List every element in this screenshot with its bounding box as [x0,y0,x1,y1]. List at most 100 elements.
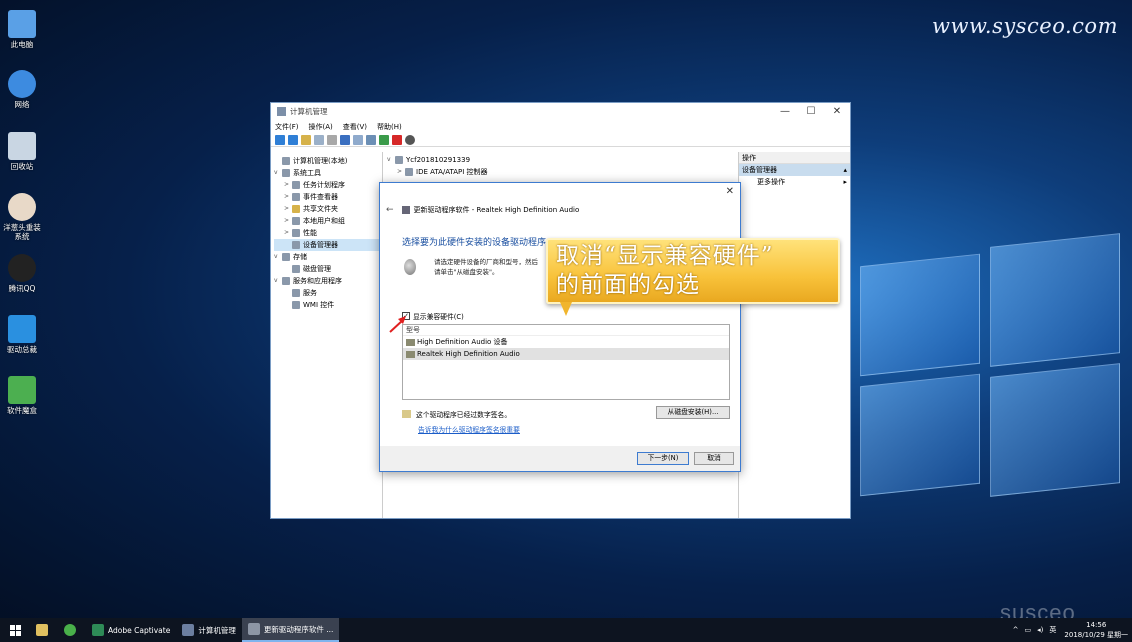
recycle-bin-icon [8,132,36,160]
computer-icon [395,156,403,164]
view-icon[interactable] [353,134,363,145]
show-compatible-hardware-row[interactable]: ✓ 显示兼容硬件(C) [402,311,464,321]
driver-update-icon [247,623,260,635]
input-language[interactable]: 英 [1049,625,1056,635]
desktop-icon-driver-president[interactable]: 驱动总裁 [0,315,44,354]
audio-device-icon [406,350,415,358]
clock-date: 2018/10/29 星期一 [1064,631,1128,639]
toolbar [271,133,850,147]
help-icon[interactable] [340,134,350,145]
maximize-button[interactable]: ☐ [798,106,824,117]
uninstall-x-icon[interactable] [392,134,402,145]
callout-line-1: 取消“显示兼容硬件” [556,243,774,269]
properties-icon[interactable] [327,134,337,145]
users-icon [292,217,300,225]
wmi-icon [292,301,300,309]
model-list-item[interactable]: High Definition Audio 设备 [403,336,729,348]
chevron-up-icon[interactable]: ^ [1013,626,1019,634]
audio-device-icon [406,338,415,346]
network-icon[interactable]: ▭ [1025,626,1032,634]
desktop-icon-software-box[interactable]: 软件魔盒 [0,376,44,415]
tree-item-services-apps[interactable]: v 服务和应用程序 [274,275,382,287]
model-list[interactable]: 型号 High Definition Audio 设备 Realtek High… [402,324,730,400]
tree-item-device-manager[interactable]: 设备管理器 [274,239,382,251]
tree-item-shared-folders[interactable]: > 共享文件夹 [274,203,382,215]
menu-view[interactable]: 查看(V) [343,122,367,132]
desktop-icon-network[interactable]: 网络 [0,70,44,109]
tree-item-performance[interactable]: > 性能 [274,227,382,239]
tutorial-callout: 取消“显示兼容硬件” 的前面的勾选 [546,238,840,304]
clock[interactable]: 14:56 2018/10/29 星期一 [1064,620,1128,640]
dialog-close-button[interactable]: ✕ [726,186,734,197]
device-root[interactable]: v Ycf201810291339 [387,154,738,166]
actions-section-device-manager[interactable]: 设备管理器 ▴ [739,164,850,176]
close-button[interactable]: ✕ [824,106,850,117]
qq-penguin-icon [8,254,36,282]
driver-signing-link[interactable]: 告诉我为什么驱动程序签名很重要 [418,424,520,434]
desktop-icon-onion-reinstall[interactable]: 洋葱头重装系统 [0,193,44,241]
actions-more[interactable]: 更多操作 ▸ [739,176,850,188]
back-arrow-icon[interactable] [275,134,285,145]
window-titlebar[interactable]: 计算机管理 — ☐ ✕ [271,103,850,120]
menu-help[interactable]: 帮助(H) [377,122,402,132]
performance-icon [292,229,300,237]
onion-head-icon [8,193,36,221]
menu-action[interactable]: 操作(A) [309,122,333,132]
taskbar-app-browser[interactable] [58,618,86,642]
services-apps-icon [282,277,290,285]
taskbar-app-computer-management[interactable]: 计算机管理 [176,618,242,642]
collapse-arrow-icon: ▴ [843,166,847,174]
taskbar-app-adobe-captivate[interactable]: Adobe Captivate [86,618,176,642]
minimize-button[interactable]: — [772,106,798,117]
software-box-icon [8,376,36,404]
model-list-item[interactable]: Realtek High Definition Audio [403,348,729,360]
update-driver-icon[interactable] [379,134,389,145]
tree-item-system-tools[interactable]: v 系统工具 [274,167,382,179]
clock-time: 14:56 [1086,621,1107,629]
start-button[interactable] [0,618,30,642]
system-tray: ^ ▭ ◂) 英 14:56 2018/10/29 星期一 [1007,620,1132,640]
dialog-subtitle: 选择要为此硬件安装的设备驱动程序 [402,238,547,248]
scan-hardware-icon[interactable] [405,134,415,145]
tree-item-task-scheduler[interactable]: > 任务计划程序 [274,179,382,191]
computer-management-icon [277,107,286,116]
tree-item-wmi[interactable]: WMI 控件 [274,299,382,311]
desktop-icon-qq[interactable]: 腾讯QQ [0,254,44,293]
tree-item-local-users[interactable]: > 本地用户和组 [274,215,382,227]
update-driver-dialog: ✕ ← 更新驱动程序软件 - Realtek High Definition A… [379,182,741,472]
tree-item-services[interactable]: 服务 [274,287,382,299]
volume-icon[interactable]: ◂) [1037,626,1043,634]
tree-item-root[interactable]: 计算机管理(本地) [274,155,382,167]
callout-line-2: 的前面的勾选 [556,272,700,298]
speaker-icon [404,259,416,275]
taskbar: Adobe Captivate 计算机管理 更新驱动程序软件 ... ^ ▭ ◂… [0,618,1132,642]
disk-icon [292,265,300,273]
desktop-icon-this-pc[interactable]: 此电脑 [0,10,44,49]
dialog-title: 更新驱动程序软件 - Realtek High Definition Audio [413,206,580,214]
device-category-ide[interactable]: > IDE ATA/ATAPI 控制器 [387,166,738,178]
taskbar-app-file-explorer[interactable] [30,618,58,642]
menu-file[interactable]: 文件(F) [275,122,299,132]
monitor-icon[interactable] [366,134,376,145]
tree-item-event-viewer[interactable]: > 事件查看器 [274,191,382,203]
back-arrow-icon[interactable]: ← [386,205,394,215]
desktop-icon-recycle-bin[interactable]: 回收站 [0,132,44,171]
watermark: www.sysceo.com [932,14,1118,38]
have-disk-button[interactable]: 从磁盘安装(H)... [656,406,730,419]
menu-bar: 文件(F) 操作(A) 查看(V) 帮助(H) [271,120,850,133]
callout-tail [560,302,572,316]
network-icon [8,70,36,98]
ide-controller-icon [405,168,413,176]
up-folder-icon[interactable] [301,134,311,145]
cancel-button[interactable]: 取消 [694,452,734,465]
tree-item-storage[interactable]: v 存储 [274,251,382,263]
show-tree-icon[interactable] [314,134,324,145]
driver-icon [8,315,36,343]
actions-header: 操作 [739,152,850,164]
next-button[interactable]: 下一步(N) [637,452,689,465]
clock-icon [292,181,300,189]
taskbar-app-update-driver[interactable]: 更新驱动程序软件 ... [241,618,340,642]
browser-icon [64,624,76,636]
tree-item-disk-management[interactable]: 磁盘管理 [274,263,382,275]
forward-arrow-icon[interactable] [288,134,298,145]
